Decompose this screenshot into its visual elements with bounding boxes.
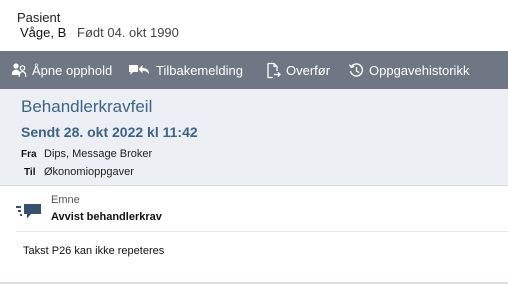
people-icon bbox=[11, 63, 27, 78]
open-case-label: Åpne opphold bbox=[32, 62, 113, 78]
task-history-button[interactable]: Oppgavehistorikk bbox=[348, 51, 469, 89]
subject-label: Emne bbox=[51, 194, 80, 206]
transfer-document-icon bbox=[267, 62, 281, 78]
from-value: Dips, Message Broker bbox=[44, 148, 153, 160]
task-history-label: Oppgavehistorikk bbox=[369, 62, 470, 78]
message-list-icon bbox=[16, 204, 41, 219]
message-type: Behandlerkravfeil bbox=[21, 97, 153, 116]
open-case-button[interactable]: Åpne opphold bbox=[11, 51, 112, 89]
transfer-button[interactable]: Overfør bbox=[265, 51, 330, 89]
patient-birthdate: Født 04. okt 1990 bbox=[77, 25, 179, 40]
toolbar: Åpne opphold Tilbakemelding Overfør Oppg… bbox=[0, 51, 508, 89]
message-body: Takst P26 kan ikke repeteres bbox=[23, 245, 165, 257]
patient-name: Våge, B bbox=[20, 25, 67, 40]
divider bbox=[16, 231, 508, 232]
to-key: Til bbox=[24, 167, 36, 178]
feedback-button[interactable]: Tilbakemelding bbox=[128, 51, 243, 89]
message-header: Behandlerkravfeil Sendt 28. okt 2022 kl … bbox=[0, 89, 508, 186]
from-key: Fra bbox=[21, 149, 37, 160]
sent-timestamp: Sendt 28. okt 2022 kl 11:42 bbox=[21, 124, 198, 140]
patient-label: Pasient bbox=[17, 10, 61, 25]
reply-icon bbox=[129, 65, 149, 75]
subject-value: Avvist behandlerkrav bbox=[51, 211, 162, 223]
transfer-label: Overfør bbox=[286, 62, 331, 78]
to-value: Økonomioppgaver bbox=[44, 166, 134, 178]
history-icon bbox=[348, 62, 364, 77]
patient-header: Pasient Våge, B Født 04. okt 1990 bbox=[0, 0, 508, 50]
feedback-label: Tilbakemelding bbox=[156, 62, 243, 78]
message-view: Pasient Våge, B Født 04. okt 1990 Åpne o… bbox=[0, 0, 508, 284]
